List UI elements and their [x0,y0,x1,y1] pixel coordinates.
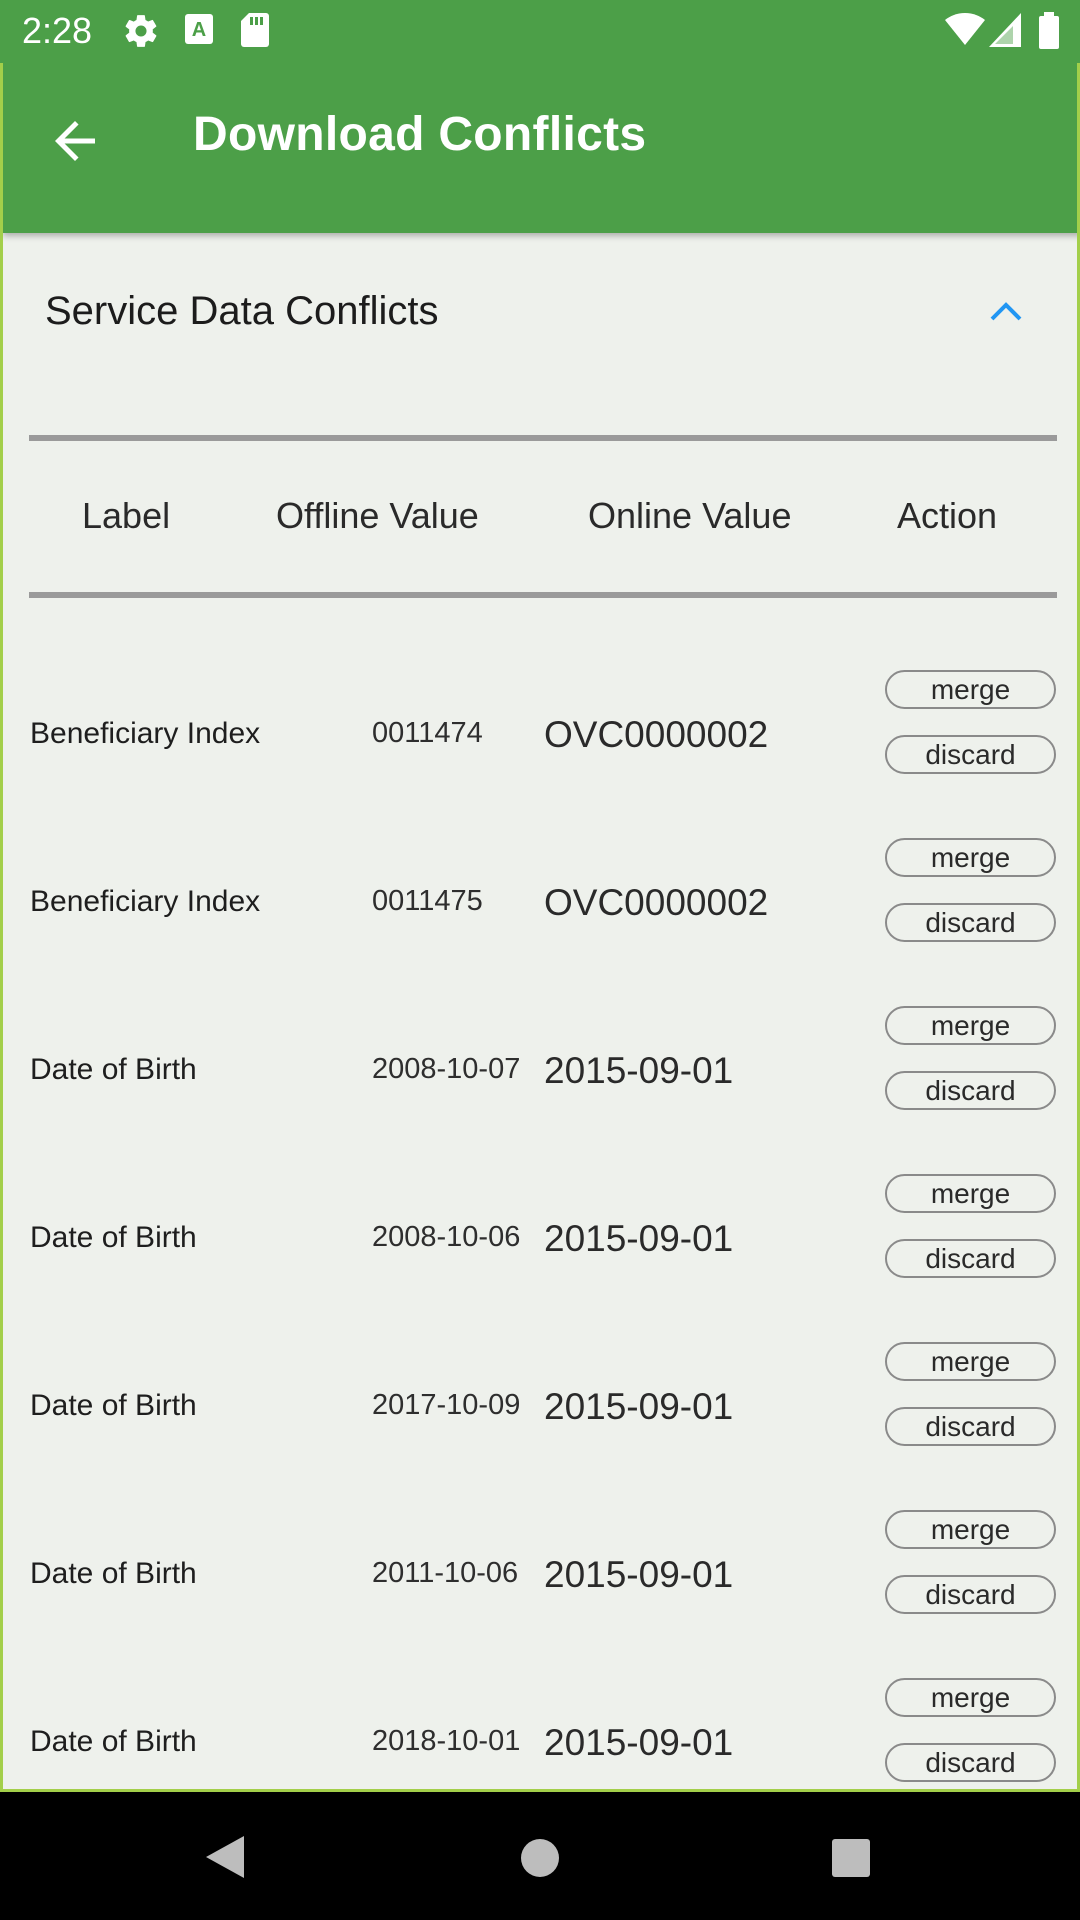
battery-icon [1038,12,1060,55]
app-bar: Download Conflicts [3,63,1077,233]
column-header-offline-value: Offline Value [276,495,479,536]
row-offline-value: 0011474 [372,717,483,749]
row-online-value: 2015-09-01 [544,1722,734,1763]
row-offline-value: 2008-10-06 [372,1221,521,1253]
home-circle-icon[interactable] [520,1838,560,1883]
row-label: Date of Birth [30,1389,197,1422]
row-online-value: 2015-09-01 [544,1386,734,1427]
row-online-value: OVC0000002 [544,882,769,923]
merge-button[interactable]: merge [885,1342,1056,1381]
section-title: Service Data Conflicts [45,289,439,333]
row-label: Beneficiary Index [30,717,261,750]
row-online-value: 2015-09-01 [544,1218,734,1259]
table-row: Date of Birth 2008-10-07 2015-09-01 merg… [3,1006,1077,1174]
a-keyboard-icon: A [184,12,214,51]
wifi-icon [944,12,986,51]
back-triangle-icon[interactable] [204,1834,246,1885]
recents-square-icon[interactable] [831,1838,871,1883]
row-offline-value: 2011-10-06 [372,1557,519,1589]
table-header-divider [29,592,1057,598]
discard-button[interactable]: discard [885,735,1056,774]
merge-button[interactable]: merge [885,670,1056,709]
table-row: Date of Birth 2018-10-01 2015-09-01 merg… [3,1678,1077,1789]
table-row: Date of Birth 2008-10-06 2015-09-01 merg… [3,1174,1077,1342]
discard-button[interactable]: discard [885,1071,1056,1110]
chevron-up-icon[interactable] [988,293,1024,329]
merge-button[interactable]: merge [885,1006,1056,1045]
status-time: 2:28 [22,10,93,51]
row-label: Date of Birth [30,1557,197,1590]
table-row: Beneficiary Index 0011474 OVC0000002 mer… [3,670,1077,838]
table-row: Date of Birth 2017-10-09 2015-09-01 merg… [3,1342,1077,1510]
row-online-value: 2015-09-01 [544,1554,734,1595]
merge-button[interactable]: merge [885,1678,1056,1717]
row-online-value: OVC0000002 [544,714,769,755]
sd-card-icon [240,12,270,53]
arrow-back-icon [55,121,95,161]
table-row: Date of Birth 2011-10-06 2015-09-01 merg… [3,1510,1077,1678]
service-data-conflicts-header[interactable]: Service Data Conflicts [3,233,1077,383]
page-title: Download Conflicts [193,108,647,161]
column-header-label: Label [82,495,171,536]
row-label: Date of Birth [30,1053,197,1086]
row-offline-value: 2008-10-07 [372,1053,521,1085]
row-offline-value: 2017-10-09 [372,1389,521,1421]
row-online-value: 2015-09-01 [544,1050,734,1091]
row-offline-value: 0011475 [372,885,483,917]
back-button[interactable] [45,111,105,171]
table-row: Beneficiary Index 0011475 OVC0000002 mer… [3,838,1077,1006]
discard-button[interactable]: discard [885,1743,1056,1782]
screen: Download Conflicts Service Data Conflict… [0,63,1080,1792]
status-bar: 2:28 A [0,0,1080,63]
column-header-online-value: Online Value [588,495,792,536]
table-top-divider [29,435,1057,441]
discard-button[interactable]: discard [885,1575,1056,1614]
discard-button[interactable]: discard [885,903,1056,942]
row-label: Date of Birth [30,1725,197,1758]
svg-text:A: A [192,19,206,41]
row-label: Date of Birth [30,1221,197,1254]
cellular-signal-icon [988,12,1022,53]
row-label: Beneficiary Index [30,885,261,918]
merge-button[interactable]: merge [885,838,1056,877]
discard-button[interactable]: discard [885,1239,1056,1278]
merge-button[interactable]: merge [885,1174,1056,1213]
row-offline-value: 2018-10-01 [372,1725,521,1757]
navigation-bar [0,1792,1080,1920]
merge-button[interactable]: merge [885,1510,1056,1549]
discard-button[interactable]: discard [885,1407,1056,1446]
column-header-action: Action [897,495,998,536]
settings-gear-icon [122,12,160,55]
